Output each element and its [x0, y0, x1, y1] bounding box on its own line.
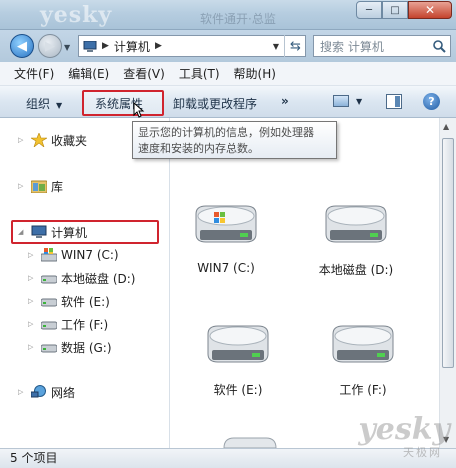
- view-dropdown-icon[interactable]: ▼: [356, 97, 362, 106]
- expand-icon[interactable]: ▷: [18, 182, 28, 190]
- library-folder-icon: [31, 180, 47, 193]
- nav-network-label: 网络: [51, 385, 76, 400]
- nav-favorites[interactable]: ▷ 收藏夹: [18, 130, 87, 150]
- network-icon: [31, 385, 46, 398]
- address-row: ◀ ▶ ▼ ▶ 计算机 ▶ ▼ ⇆ 搜索 计算机: [0, 30, 456, 62]
- address-bar[interactable]: ▶ 计算机 ▶ ▼: [78, 35, 306, 57]
- uninstall-button[interactable]: 卸载或更改程序: [173, 95, 257, 112]
- mouse-cursor-icon: [133, 102, 145, 118]
- address-dropdown-icon[interactable]: ▼: [273, 42, 279, 51]
- navigation-pane: ▷ 收藏夹 ▷ 库 ◢ 计算机 ▷ WIN7 (C:) ▷ 本地磁盘 (D:) …: [0, 118, 170, 448]
- nav-drive-g-label: 数据 (G:): [61, 340, 112, 355]
- nav-drive-c[interactable]: ▷ WIN7 (C:): [28, 245, 119, 265]
- drive-c[interactable]: WIN7 (C:): [176, 200, 276, 275]
- menu-file[interactable]: 文件(F): [14, 65, 54, 82]
- drive-c-label: WIN7 (C:): [197, 261, 255, 275]
- vertical-scrollbar[interactable]: ▲ ▼: [439, 118, 456, 448]
- preview-pane-icon[interactable]: [386, 94, 402, 109]
- tooltip-line-2: 速度和安装的内存总数。: [138, 142, 259, 155]
- drive-icon: [207, 325, 269, 363]
- computer-icon: [83, 40, 97, 52]
- watermark-logo: yesky: [40, 2, 113, 28]
- expand-icon[interactable]: ▷: [18, 136, 28, 144]
- star-icon: [31, 133, 47, 147]
- nav-drive-d-label: 本地磁盘 (D:): [61, 271, 136, 286]
- menu-edit[interactable]: 编辑(E): [68, 65, 109, 82]
- menu-tools[interactable]: 工具(T): [179, 65, 220, 82]
- drive-icon: [41, 321, 57, 330]
- scroll-up-icon[interactable]: ▲: [443, 122, 449, 131]
- menu-view[interactable]: 查看(V): [123, 65, 165, 82]
- search-input[interactable]: 搜索 计算机: [313, 35, 451, 57]
- nav-network[interactable]: ▷ 网络: [18, 382, 75, 402]
- drive-f-label: 工作 (F:): [339, 383, 387, 397]
- organize-button[interactable]: 组织 ▼: [26, 95, 62, 112]
- change-view-icon[interactable]: [333, 95, 349, 107]
- drive-icon: [325, 205, 387, 243]
- minimize-button[interactable]: ─: [356, 1, 382, 19]
- drive-icon: [41, 298, 57, 307]
- drive-icon: [332, 325, 394, 363]
- expand-icon[interactable]: ▷: [28, 251, 38, 259]
- search-placeholder: 搜索 计算机: [320, 39, 384, 54]
- back-button[interactable]: ◀: [10, 34, 34, 58]
- nav-drive-g[interactable]: ▷ 数据 (G:): [28, 337, 112, 357]
- drive-e[interactable]: 软件 (E:): [188, 320, 288, 398]
- watermark-text: 软件通开·总监: [200, 12, 276, 26]
- expand-icon[interactable]: ▷: [28, 297, 38, 305]
- menu-help[interactable]: 帮助(H): [234, 65, 276, 82]
- refresh-button[interactable]: ⇆: [284, 35, 306, 57]
- help-icon[interactable]: ?: [423, 93, 440, 110]
- menu-bar: 文件(F) 编辑(E) 查看(V) 工具(T) 帮助(H): [0, 62, 456, 86]
- drive-icon: [41, 344, 57, 353]
- maximize-button[interactable]: □: [382, 1, 408, 19]
- expand-icon[interactable]: ▷: [28, 274, 38, 282]
- nav-drive-f-label: 工作 (F:): [61, 317, 109, 332]
- status-bar: 5 个项目: [0, 448, 456, 468]
- item-count: 5 个项目: [10, 451, 58, 465]
- drive-icon: [223, 437, 277, 448]
- scrollbar-thumb[interactable]: [442, 138, 454, 368]
- nav-drive-c-label: WIN7 (C:): [61, 248, 119, 262]
- expand-icon[interactable]: ▷: [28, 320, 38, 328]
- yesky-sub: 天极网: [403, 446, 442, 459]
- drive-e-label: 软件 (E:): [213, 383, 263, 397]
- expand-icon[interactable]: ▷: [28, 343, 38, 351]
- drive-f[interactable]: 工作 (F:): [313, 320, 413, 398]
- chevron-right-icon[interactable]: ▶: [155, 41, 162, 51]
- nav-libraries[interactable]: ▷ 库: [18, 176, 63, 196]
- expand-icon[interactable]: ▷: [18, 388, 28, 396]
- chevron-down-icon: ▼: [56, 101, 63, 110]
- search-icon[interactable]: [432, 39, 446, 53]
- more-commands-button[interactable]: »: [281, 94, 289, 108]
- organize-label: 组织: [26, 97, 51, 111]
- drive-icon: [41, 275, 57, 284]
- close-button[interactable]: ✕: [408, 1, 452, 19]
- title-bar: yesky 软件通开·总监 ─ □ ✕: [0, 0, 456, 30]
- drive-d[interactable]: 本地磁盘 (D:): [306, 200, 406, 278]
- nav-drive-e-label: 软件 (E:): [61, 294, 110, 309]
- history-dropdown-icon[interactable]: ▼: [64, 43, 70, 52]
- forward-button[interactable]: ▶: [38, 34, 62, 58]
- computer-highlight: [11, 220, 159, 244]
- yesky-logo: yesky: [358, 412, 450, 447]
- drive-d-label: 本地磁盘 (D:): [318, 263, 394, 277]
- nav-drive-e[interactable]: ▷ 软件 (E:): [28, 291, 110, 311]
- windows-drive-icon: [195, 205, 257, 243]
- address-path: 计算机: [113, 39, 150, 54]
- nav-drive-f[interactable]: ▷ 工作 (F:): [28, 314, 108, 334]
- system-properties-tooltip: 显示您的计算机的信息，例如处理器 速度和安装的内存总数。: [132, 121, 337, 159]
- nav-drive-d[interactable]: ▷ 本地磁盘 (D:): [28, 268, 135, 288]
- chevron-right-icon[interactable]: ▶: [102, 41, 109, 51]
- windows-drive-icon: [41, 248, 57, 262]
- nav-libraries-label: 库: [51, 179, 64, 194]
- tooltip-line-1: 显示您的计算机的信息，例如处理器: [138, 126, 314, 139]
- nav-favorites-label: 收藏夹: [51, 133, 88, 148]
